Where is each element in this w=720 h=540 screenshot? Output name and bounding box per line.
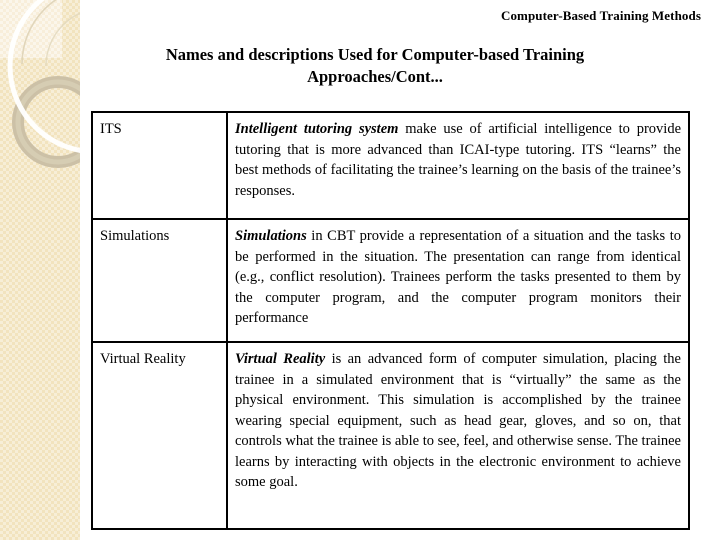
- term-cell: ITS: [91, 111, 228, 220]
- slide-header: Computer-Based Training Methods: [500, 8, 701, 23]
- training-methods-table: ITS Intelligent tutoring system make use…: [91, 111, 690, 530]
- description-lead-term: Simulations: [235, 228, 307, 244]
- term-cell: Simulations: [91, 218, 228, 343]
- description-lead-term: Intelligent tutoring system: [235, 121, 399, 137]
- description-body: is an advanced form of computer simulati…: [235, 351, 681, 490]
- table-row: Simulations Simulations in CBT provide a…: [91, 218, 690, 343]
- slide-title-line-1: Names and descriptions Used for Computer…: [165, 45, 585, 64]
- description-lead-term: Virtual Reality: [235, 351, 326, 367]
- description-cell: Simulations in CBT provide a representat…: [226, 218, 690, 343]
- description-cell: Intelligent tutoring system make use of …: [226, 111, 690, 220]
- description-cell: Virtual Reality is an advanced form of c…: [226, 341, 690, 530]
- decorative-left-band: [0, 0, 80, 540]
- table-row: Virtual Reality Virtual Reality is an ad…: [91, 341, 690, 530]
- term-cell: Virtual Reality: [91, 341, 228, 530]
- decorative-rings-graphic: [7, 0, 80, 168]
- table-row: ITS Intelligent tutoring system make use…: [91, 111, 690, 220]
- slide-canvas: Computer-Based Training Methods Names an…: [0, 0, 720, 540]
- slide-title: Names and descriptions Used for Computer…: [95, 44, 655, 88]
- slide-title-line-2: Approaches/Cont...: [307, 67, 443, 86]
